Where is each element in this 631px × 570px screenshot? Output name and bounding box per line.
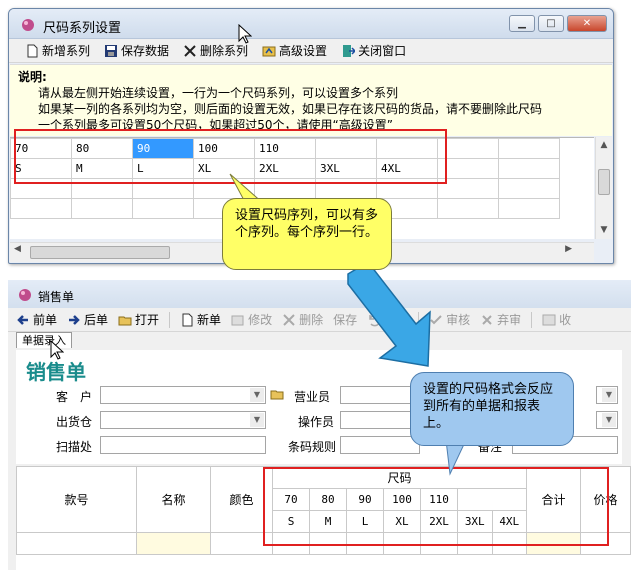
- customer-select[interactable]: ▼: [100, 386, 266, 404]
- toolbar-separator: [531, 311, 533, 328]
- vertical-scrollbar[interactable]: ▲ ▼: [595, 137, 612, 239]
- delete-icon: [283, 313, 295, 326]
- scroll-up-icon[interactable]: ▲: [596, 137, 612, 154]
- save-icon: [105, 44, 118, 57]
- callout-size-series: 设置尺码序列，可以有多个序列。每个序列一行。: [222, 198, 392, 270]
- highlight-box: [263, 467, 609, 546]
- advanced-settings-button[interactable]: 高级设置: [262, 42, 327, 59]
- operator-select[interactable]: [340, 411, 420, 429]
- mouse-cursor-icon: [238, 24, 252, 44]
- exit-door-icon: [343, 44, 356, 57]
- new-order-label: 新单: [197, 313, 222, 327]
- new-order-button[interactable]: 新单: [180, 311, 221, 328]
- scroll-down-icon[interactable]: ▼: [596, 222, 612, 239]
- warehouse-select[interactable]: ▼: [100, 411, 266, 429]
- unapprove-label: 弃审: [497, 313, 522, 327]
- edit-icon: [231, 315, 244, 325]
- edit-label: 修改: [248, 313, 273, 327]
- callout-text: 设置尺码序列，可以有多个序列。每个序列一行。: [235, 208, 379, 240]
- previous-order-button[interactable]: 前单: [16, 311, 57, 328]
- scan-input[interactable]: [100, 436, 266, 454]
- edit-button[interactable]: 修改: [231, 311, 272, 328]
- previous-order-label: 前单: [33, 313, 58, 327]
- toolbar: 前单 后单 打开 新单 修改 删除 保存 放弃: [8, 308, 631, 332]
- next-order-label: 后单: [84, 313, 109, 327]
- scroll-right-icon[interactable]: ▶: [565, 244, 572, 254]
- maximize-button[interactable]: □: [538, 15, 564, 32]
- new-document-icon: [27, 44, 38, 57]
- delete-series-label: 删除系列: [200, 44, 249, 58]
- delete-series-button[interactable]: 删除系列: [183, 42, 248, 59]
- save-data-button[interactable]: 保存数据: [104, 42, 169, 59]
- toolbar: 新增系列 保存数据 删除系列 高级设置 关闭窗口: [9, 39, 613, 63]
- operator-label: 操作员: [298, 415, 335, 429]
- open-folder-icon[interactable]: [270, 387, 284, 401]
- chevron-down-icon[interactable]: ▼: [250, 413, 264, 427]
- minimize-button[interactable]: ▁: [509, 15, 535, 32]
- close-window-button[interactable]: 关闭窗口: [341, 42, 406, 59]
- grid-cell[interactable]: [498, 158, 560, 179]
- column-header-name[interactable]: 名称: [136, 466, 211, 533]
- receive-label: 收: [559, 313, 572, 327]
- toolbar-separator: [169, 311, 171, 328]
- barcode-rule-select[interactable]: [340, 436, 420, 454]
- extra-select[interactable]: ▼: [596, 411, 618, 429]
- delete-button[interactable]: 删除: [282, 311, 323, 328]
- advanced-settings-label: 高级设置: [279, 44, 328, 58]
- receive-button[interactable]: 收: [542, 311, 571, 328]
- close-button[interactable]: ✕: [567, 15, 607, 32]
- mouse-cursor-icon: [50, 340, 64, 360]
- extra-select[interactable]: ▼: [596, 386, 618, 404]
- app-icon: [22, 19, 34, 31]
- advanced-settings-icon: [262, 46, 276, 56]
- form-title: 销售单: [26, 360, 86, 384]
- salesman-label: 营业员: [294, 390, 331, 404]
- next-order-button[interactable]: 后单: [67, 311, 108, 328]
- close-window-label: 关闭窗口: [358, 44, 407, 58]
- scroll-thumb[interactable]: [30, 246, 170, 259]
- open-label: 打开: [135, 313, 160, 327]
- delete-icon: [184, 44, 196, 57]
- open-folder-icon: [118, 316, 132, 325]
- arrow-right-icon: [69, 314, 80, 325]
- callout-text: 设置的尺码格式会反应到所有的单据和报表上。: [423, 382, 554, 431]
- chevron-down-icon[interactable]: ▼: [602, 413, 616, 427]
- open-button[interactable]: 打开: [118, 311, 159, 328]
- chevron-down-icon[interactable]: ▼: [250, 388, 264, 402]
- unapprove-icon: [482, 314, 492, 325]
- customer-label: 客 户: [56, 390, 93, 404]
- column-header-style[interactable]: 款号: [16, 466, 137, 533]
- window-title: 销售单: [38, 290, 75, 304]
- chevron-down-icon[interactable]: ▼: [602, 388, 616, 402]
- receive-icon: [542, 314, 556, 325]
- title-bar[interactable]: 销售单: [8, 280, 631, 308]
- callout-applies-everywhere: 设置的尺码格式会反应到所有的单据和报表上。: [410, 372, 574, 446]
- scan-label: 扫描处: [56, 440, 93, 454]
- title-bar[interactable]: 尺码系列设置 ▁ □ ✕: [9, 9, 613, 39]
- salesman-select[interactable]: [340, 386, 420, 404]
- app-icon: [19, 289, 31, 301]
- new-series-label: 新增系列: [42, 44, 91, 58]
- unapprove-button[interactable]: 弃审: [480, 311, 521, 328]
- instruction-line: 请从最左侧开始连续设置，一行为一个尺码系列，可以设置多个系列: [38, 86, 399, 100]
- delete-label: 删除: [299, 313, 324, 327]
- instructions-panel: 说明: 请从最左侧开始连续设置，一行为一个尺码系列，可以设置多个系列 如果某一列…: [10, 64, 612, 136]
- new-series-button[interactable]: 新增系列: [25, 42, 90, 59]
- new-document-icon: [182, 313, 193, 326]
- scroll-left-icon[interactable]: ◀: [14, 244, 21, 254]
- instructions-heading: 说明:: [18, 70, 47, 84]
- instruction-line: 如果某一列的各系列均为空，则后面的设置无效，如果已存在该尺码的货品，请不要删除此…: [38, 102, 543, 116]
- grid-cell[interactable]: [498, 138, 560, 159]
- save-data-label: 保存数据: [121, 44, 170, 58]
- window-title: 尺码系列设置: [43, 21, 122, 36]
- warehouse-label: 出货仓: [56, 415, 93, 429]
- arrow-down-right-icon: [347, 262, 431, 367]
- arrow-left-icon: [17, 314, 28, 325]
- barcode-rule-label: 条码规则: [288, 440, 337, 454]
- scroll-thumb[interactable]: [598, 169, 610, 195]
